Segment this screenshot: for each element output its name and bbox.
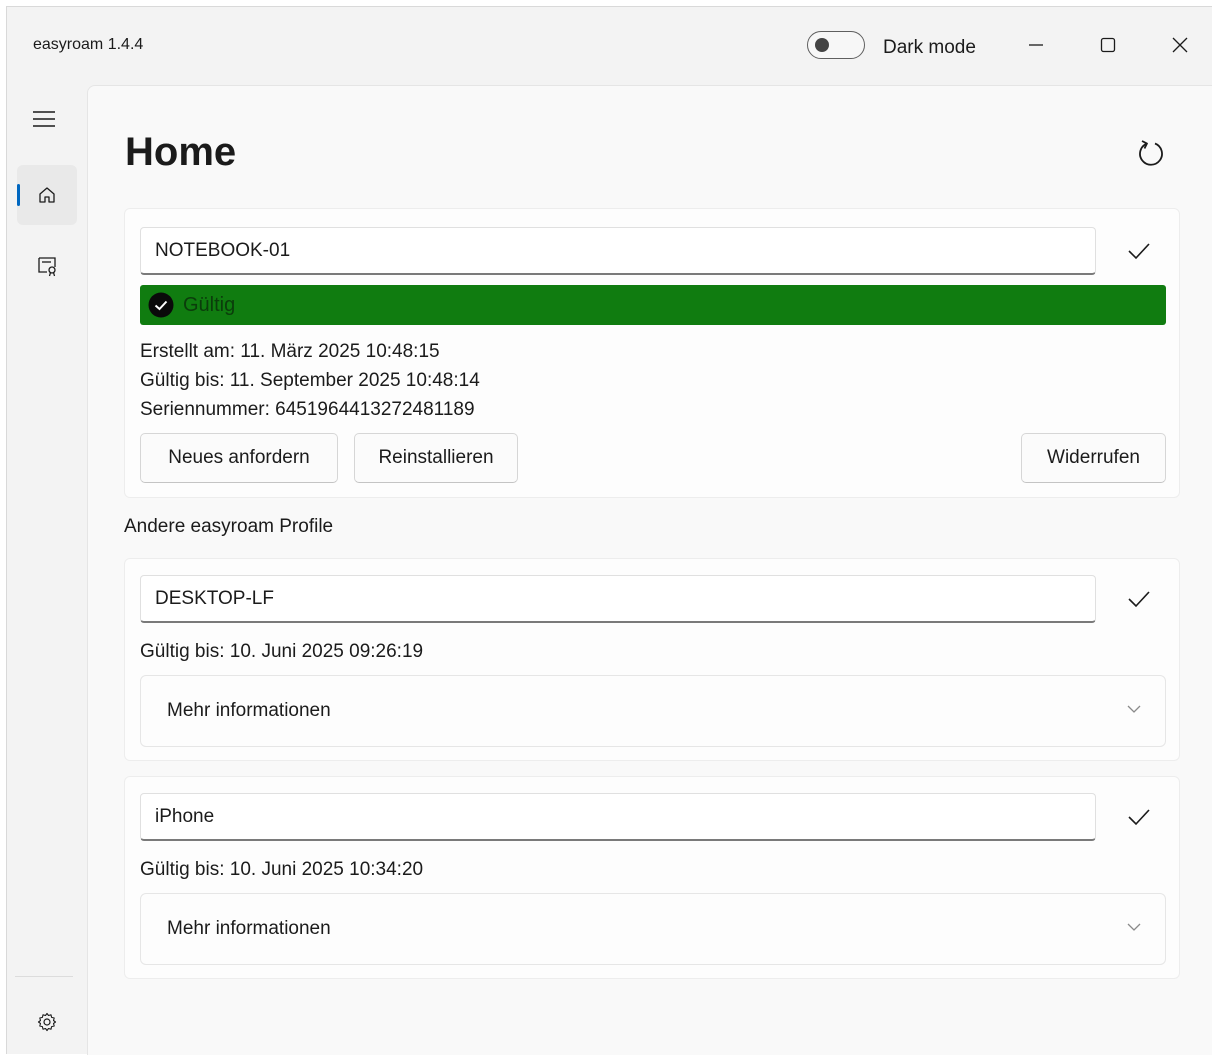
selection-indicator [17, 184, 20, 206]
save-name-button[interactable] [1113, 227, 1165, 275]
nav-item-settings[interactable] [17, 992, 77, 1052]
valid-until-date: Gültig bis: 10. Juni 2025 10:34:20 [140, 859, 424, 880]
chevron-down-icon [1127, 923, 1141, 931]
app-title: easyroam 1.4.4 [33, 36, 144, 53]
nav-item-home[interactable] [17, 165, 77, 225]
valid-until-date: Gültig bis: 10. Juni 2025 09:26:19 [140, 641, 424, 662]
more-info-expander[interactable]: Mehr informationen [140, 893, 1166, 965]
nav-divider [15, 976, 73, 977]
gear-icon [37, 1012, 57, 1032]
dark-mode-label: Dark mode [883, 37, 976, 58]
refresh-button[interactable] [1128, 130, 1174, 176]
profile-card: Gültig bis: 10. Juni 2025 09:26:19 Mehr … [124, 558, 1180, 761]
valid-until-date: Gültig bis: 11. September 2025 10:48:14 [140, 370, 480, 391]
menu-toggle-button[interactable] [23, 99, 65, 139]
maximize-button[interactable] [1085, 25, 1131, 65]
save-name-button[interactable] [1113, 793, 1165, 841]
certificate-icon [38, 257, 56, 277]
nav-item-certificates[interactable] [17, 235, 77, 295]
toggle-knob [815, 38, 829, 52]
hamburger-icon [33, 111, 55, 127]
app-window: easyroam 1.4.4 Dark mode Home NOTEBOOK-0… [6, 6, 1212, 1055]
home-icon [39, 187, 55, 203]
device-name-input[interactable] [140, 227, 1096, 275]
page-title: Home [125, 130, 237, 174]
minimize-icon [1029, 44, 1043, 46]
close-icon [1172, 37, 1188, 53]
status-text: Gültig [183, 293, 236, 316]
chevron-down-icon [1127, 705, 1141, 713]
close-button[interactable] [1157, 25, 1203, 65]
device-name-input[interactable] [140, 793, 1096, 841]
maximize-icon [1100, 37, 1116, 53]
check-circle-icon [148, 292, 174, 318]
checkmark-icon [1128, 591, 1150, 608]
device-name-input[interactable] [140, 575, 1096, 623]
dark-mode-toggle[interactable] [807, 31, 865, 59]
title-bar: easyroam 1.4.4 Dark mode [7, 7, 1212, 85]
minimize-button[interactable] [1013, 25, 1059, 65]
revoke-button[interactable]: Widerrufen [1021, 433, 1166, 483]
expander-label: Mehr informationen [167, 918, 331, 939]
request-new-button[interactable]: Neues anfordern [140, 433, 338, 483]
status-banner: Gültig [140, 285, 1166, 325]
current-profile-card: Gültig Erstellt am: 11. März 2025 10:48:… [124, 208, 1180, 498]
nav-rail [7, 85, 87, 1055]
save-name-button[interactable] [1113, 575, 1165, 623]
serial-number: Seriennummer: 6451964413272481189 [140, 399, 475, 420]
other-profiles-heading: Andere easyroam Profile [124, 516, 334, 537]
refresh-icon [1139, 140, 1163, 166]
reinstall-button[interactable]: Reinstallieren [354, 433, 518, 483]
checkmark-icon [1128, 243, 1150, 260]
profile-card: Gültig bis: 10. Juni 2025 10:34:20 Mehr … [124, 776, 1180, 979]
content-pane: Home Gültig Erstellt am: 11. März 2025 1… [87, 85, 1212, 1055]
created-date: Erstellt am: 11. März 2025 10:48:15 [140, 341, 440, 362]
checkmark-icon [1128, 809, 1150, 826]
more-info-expander[interactable]: Mehr informationen [140, 675, 1166, 747]
expander-label: Mehr informationen [167, 700, 331, 721]
